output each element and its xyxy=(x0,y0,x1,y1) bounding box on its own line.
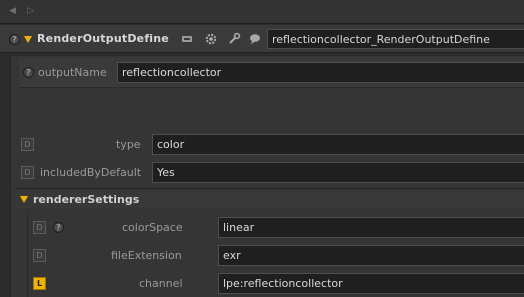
node-type-label: RenderOutputDefine xyxy=(37,32,169,45)
included-by-default-label: includedByDefault xyxy=(40,166,142,179)
back-arrow-icon[interactable]: ◀ xyxy=(9,6,16,16)
type-field[interactable]: color xyxy=(152,134,524,155)
output-name-help-icon[interactable]: ? xyxy=(23,67,34,78)
node-header: ? RenderOutputDefine reflectioncollector… xyxy=(0,25,524,53)
color-space-help-icon[interactable]: ? xyxy=(53,222,64,233)
included-by-default-field[interactable]: Yes xyxy=(152,162,524,183)
node-name-field[interactable]: reflectioncollector_RenderOutputDefine xyxy=(267,29,524,49)
channel-field[interactable]: lpe:reflectioncollector xyxy=(218,273,524,294)
output-name-label: outputName xyxy=(38,66,107,79)
renderer-settings-title: rendererSettings xyxy=(33,193,140,206)
help-icon[interactable]: ? xyxy=(9,34,20,45)
color-space-label: colorSpace xyxy=(122,221,183,234)
channel-label: channel xyxy=(139,277,183,290)
gear-icon[interactable] xyxy=(204,32,218,46)
file-extension-field[interactable]: exr xyxy=(218,245,524,266)
file-extension-default-badge[interactable]: D xyxy=(33,249,46,262)
channel-locked-badge[interactable]: L xyxy=(33,277,46,290)
comment-icon[interactable] xyxy=(248,32,262,46)
renderer-settings-header[interactable]: rendererSettings xyxy=(15,190,524,208)
group-divider xyxy=(15,188,524,189)
tag-icon[interactable] xyxy=(180,32,194,46)
included-by-default-badge[interactable]: D xyxy=(21,166,34,179)
color-space-field[interactable]: linear xyxy=(218,217,524,238)
output-name-field[interactable]: reflectioncollector xyxy=(117,62,524,83)
renderer-settings-collapse-icon[interactable] xyxy=(20,196,28,203)
collapse-triangle-icon[interactable] xyxy=(24,36,32,43)
type-default-badge[interactable]: D xyxy=(21,138,34,151)
color-space-default-badge[interactable]: D xyxy=(33,221,46,234)
wrench-icon[interactable] xyxy=(227,32,241,46)
file-extension-label: fileExtension xyxy=(111,249,182,262)
forward-arrow-icon[interactable]: ▷ xyxy=(27,6,34,16)
nav-bar: ◀ ▷ xyxy=(0,0,524,24)
type-label: type xyxy=(116,138,141,151)
